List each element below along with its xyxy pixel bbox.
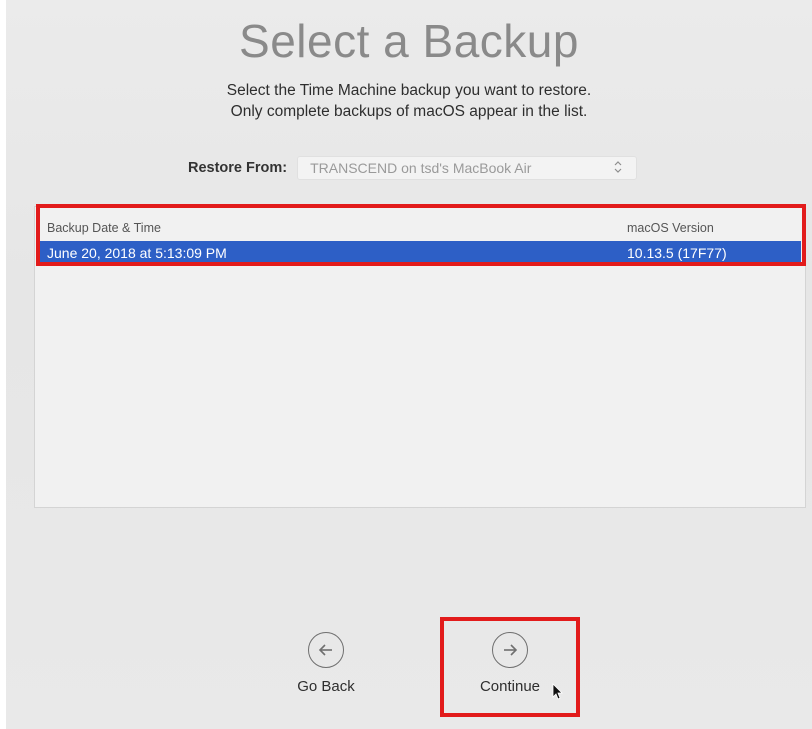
go-back-button[interactable]: Go Back xyxy=(266,632,386,695)
subtitle-line-2: Only complete backups of macOS appear in… xyxy=(230,103,588,120)
restore-from-value: TRANSCEND on tsd's MacBook Air xyxy=(310,160,532,176)
table-header: Backup Date & Time macOS Version xyxy=(39,213,801,239)
restore-from-label: Restore From: xyxy=(188,160,288,176)
backup-date-cell: June 20, 2018 at 5:13:09 PM xyxy=(47,245,227,261)
backup-list-table: Backup Date & Time macOS Version June 20… xyxy=(34,206,806,508)
table-row[interactable]: June 20, 2018 at 5:13:09 PM 10.13.5 (17F… xyxy=(39,241,801,263)
chevron-updown-icon xyxy=(614,160,622,174)
column-header-version[interactable]: macOS Version xyxy=(627,221,714,235)
installer-screen: Select a Backup Select the Time Machine … xyxy=(6,0,812,729)
page-title: Select a Backup xyxy=(239,15,579,67)
arrow-left-circle-icon xyxy=(308,632,344,668)
mouse-pointer-icon xyxy=(552,683,564,706)
subtitle-line-1: Select the Time Machine backup you want … xyxy=(226,82,592,99)
column-header-date[interactable]: Backup Date & Time xyxy=(47,221,161,235)
restore-from-row: Restore From: TRANSCEND on tsd's MacBook… xyxy=(188,156,638,180)
continue-label: Continue xyxy=(479,678,541,695)
go-back-label: Go Back xyxy=(297,678,355,695)
restore-from-select[interactable]: TRANSCEND on tsd's MacBook Air xyxy=(297,156,638,180)
backup-version-cell: 10.13.5 (17F77) xyxy=(627,245,727,261)
arrow-right-circle-icon xyxy=(492,632,528,668)
